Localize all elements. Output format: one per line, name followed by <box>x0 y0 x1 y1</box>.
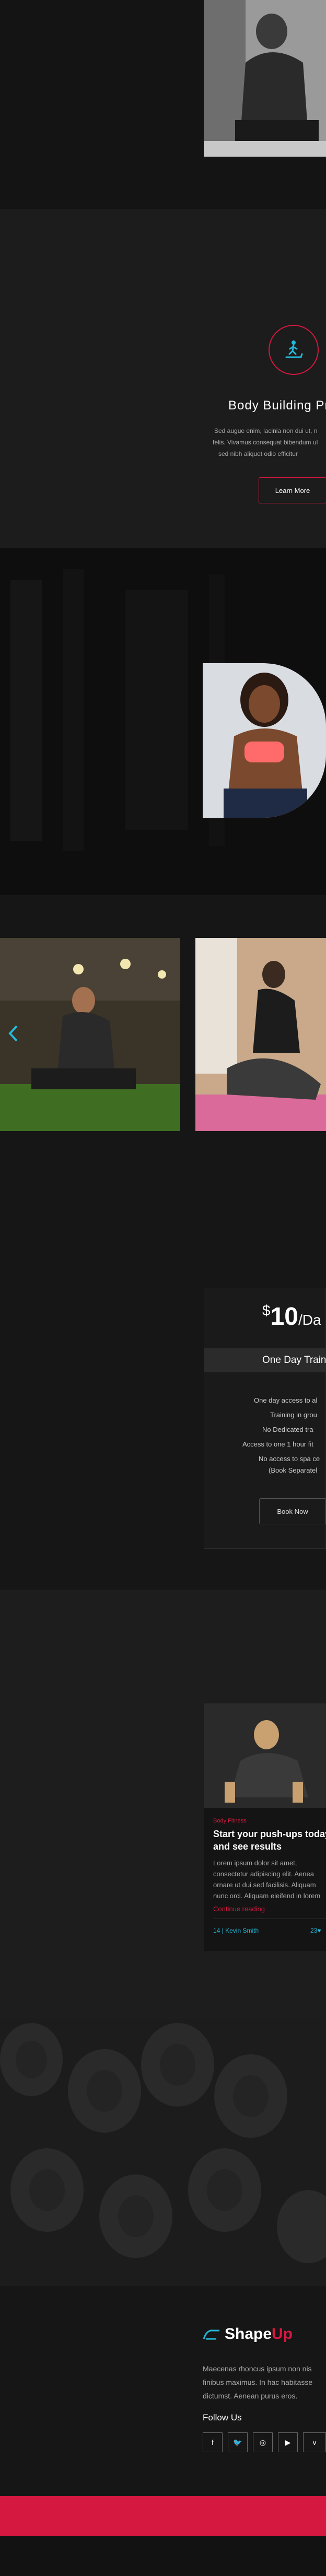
chevron-left-icon <box>8 1025 18 1042</box>
blog-meta-author[interactable]: 14 | Kevin Smith <box>213 1927 276 1934</box>
woman-stretching-photo <box>195 938 326 1131</box>
blog-category[interactable]: Body Fitness <box>213 1818 326 1824</box>
twitter-link[interactable]: 🐦 <box>228 2432 248 2452</box>
footer-about-line-1: Maecenas rhoncus ipsum non nis <box>203 2365 312 2373</box>
plan-name: One Day Traini <box>262 1355 326 1366</box>
gym-background-section <box>0 548 326 895</box>
pricing-feature-3: No Dedicated tra <box>262 1426 313 1433</box>
footer-bottom-bar <box>0 2496 326 2536</box>
pricing-feature-4: Access to one 1 hour fit <box>242 1440 313 1448</box>
follow-us-label: Follow Us <box>203 2413 242 2422</box>
brand-shape: Shape <box>225 2325 272 2343</box>
price-currency: $ <box>262 1302 271 1319</box>
book-now-button[interactable]: Book Now <box>259 1498 326 1524</box>
pricing-section: $10/Da One Day Traini One day access to … <box>0 1182 326 1590</box>
instagram-link[interactable]: ◎ <box>253 2432 273 2452</box>
vimeo-icon: v <box>312 2438 317 2446</box>
brand-up: Up <box>272 2325 293 2343</box>
service-icon-circle <box>269 325 319 375</box>
footer-about-line-3: dictumst. Aenean purus eros. <box>203 2392 298 2400</box>
price-period: /Da <box>298 1312 321 1328</box>
footer-section: Shape Up Maecenas rhoncus ipsum non nis f… <box>0 2286 326 2576</box>
youtube-link[interactable]: ▶ <box>278 2432 298 2452</box>
blog-meta-comments: 23♥ <box>310 1927 326 1934</box>
woman-pushup-photo <box>204 1703 326 1808</box>
footer-copyright-band <box>0 2536 326 2576</box>
service-section: Body Building Pro Sed augue enim, lacini… <box>0 209 326 548</box>
instagram-icon: ◎ <box>259 2438 266 2446</box>
treadmill-icon <box>285 340 303 358</box>
blog-title-line-2[interactable]: and see results <box>213 1841 326 1852</box>
price-amount: $10/Da <box>262 1302 326 1331</box>
dumbbells-background-image <box>0 2018 326 2286</box>
blog-excerpt-line-4: nunc orci. Aliquam eleifend in lorem <box>213 1892 321 1900</box>
pricing-feature-6: (Book Separatel <box>269 1466 318 1474</box>
blog-section: Body Fitness Start your push-ups today a… <box>0 1590 326 2018</box>
pricing-feature-5: No access to spa ce <box>259 1455 320 1463</box>
pricing-feature-1: One day access to al <box>254 1396 318 1404</box>
blog-excerpt-line-2: consectetur adipiscing elit. Aenea <box>213 1870 314 1878</box>
twitter-icon: 🐦 <box>233 2438 242 2446</box>
pricing-feature-2: Training in grou <box>270 1411 317 1419</box>
service-body-line-2: felis. Vivamus consequat bibendum ul <box>213 439 318 446</box>
comment-icon: ♥ <box>317 1927 321 1934</box>
service-body-line-3: sed nibh aliquet odio efficitur <box>218 450 298 457</box>
runner-logo-icon <box>203 2330 219 2340</box>
slider-prev-button[interactable] <box>5 1023 21 1044</box>
facebook-link[interactable]: f <box>203 2432 223 2452</box>
comment-count: 23 <box>310 1927 318 1934</box>
price-value: 10 <box>270 1303 298 1331</box>
learn-more-button[interactable]: Learn More <box>259 477 326 503</box>
continue-reading-link[interactable]: Continue reading <box>213 1905 326 1913</box>
footer-about-line-2: finibus maximus. In hac habitasse <box>203 2378 313 2386</box>
blog-excerpt-line-1: Lorem ipsum dolor sit amet, <box>213 1859 297 1867</box>
facebook-icon: f <box>212 2438 214 2446</box>
footer-logo[interactable]: Shape Up <box>202 2324 326 2345</box>
athlete-tying-shoe-photo <box>204 0 326 157</box>
blog-excerpt-line-3: ornare ut dui sed facilisis. Aliquam <box>213 1881 316 1889</box>
top-section <box>0 0 326 209</box>
gallery-slider-section <box>0 895 326 1182</box>
vimeo-link[interactable]: v <box>303 2432 326 2452</box>
blog-title-line-1[interactable]: Start your push-ups today <box>213 1829 326 1840</box>
man-pushing-sled-photo <box>0 938 180 1131</box>
service-title: Body Building Pro <box>228 398 326 413</box>
dumbbells-section <box>0 2018 326 2286</box>
woman-fitness-photo <box>203 663 326 818</box>
service-body-line-1: Sed augue enim, lacinia non dui ut, n <box>214 427 318 434</box>
youtube-icon: ▶ <box>285 2438 291 2446</box>
